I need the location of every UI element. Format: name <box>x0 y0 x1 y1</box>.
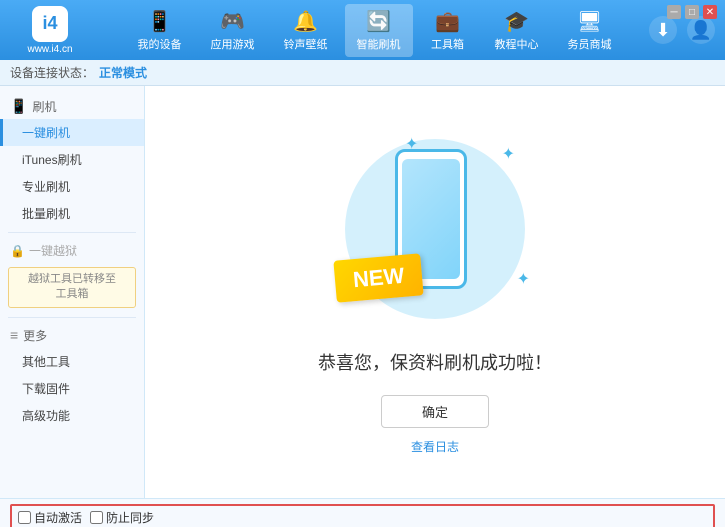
sidebar-item-other-tools[interactable]: 其他工具 <box>0 348 144 375</box>
logo-area: i4 www.i4.cn <box>10 6 90 55</box>
time-sync-label: 防止同步 <box>106 509 154 526</box>
download-button[interactable]: ⬇ <box>649 16 677 44</box>
jailbreak-notice: 越狱工具已转移至 工具箱 <box>8 267 136 308</box>
nav-ringtone[interactable]: 🔔 铃声壁纸 <box>272 4 340 57</box>
auto-activate-checkbox[interactable]: 自动激活 <box>18 509 82 526</box>
header: i4 www.i4.cn 📱 我的设备 🎮 应用游戏 🔔 铃声壁纸 🔄 智能刷机… <box>0 0 725 60</box>
sidebar-divider-1 <box>8 232 136 233</box>
nav-my-device-label: 我的设备 <box>138 36 182 52</box>
status-value: 正常模式 <box>99 64 147 81</box>
success-message: 恭喜您，保资料刷机成功啦！ <box>318 349 552 375</box>
header-right: ⬇ 👤 <box>649 16 715 44</box>
app-logo: i4 <box>32 6 68 42</box>
main-content: ✦ ✦ ✦ NEW 恭喜您，保资料刷机成功啦！ 确定 查看日志 <box>145 86 725 498</box>
user-button[interactable]: 👤 <box>687 16 715 44</box>
nav-bar: 📱 我的设备 🎮 应用游戏 🔔 铃声壁纸 🔄 智能刷机 💼 工具箱 🎓 <box>110 4 639 57</box>
logo-subtitle: www.i4.cn <box>27 44 72 55</box>
main-layout: 📱 刷机 一键刷机 iTunes刷机 专业刷机 批量刷机 🔒 一键越狱 <box>0 86 725 498</box>
close-button[interactable]: ✕ <box>703 5 717 19</box>
tutorial-icon: 🎓 <box>504 9 529 34</box>
flash-section-icon: 📱 <box>10 98 27 115</box>
sidebar: 📱 刷机 一键刷机 iTunes刷机 专业刷机 批量刷机 🔒 一键越狱 <box>0 86 145 498</box>
new-ribbon: NEW <box>333 253 424 302</box>
minimize-button[interactable]: ─ <box>667 5 681 19</box>
ringtone-icon: 🔔 <box>293 9 318 34</box>
nav-service[interactable]: 🖥 务员商城 <box>556 4 624 57</box>
nav-service-label: 务员商城 <box>568 36 612 52</box>
new-badge-text: NEW <box>352 263 405 292</box>
nav-app-games-label: 应用游戏 <box>211 36 255 52</box>
window-controls: ─ □ ✕ <box>667 5 717 19</box>
jailbreak-label: 一键越狱 <box>29 242 77 259</box>
success-illustration: ✦ ✦ ✦ NEW <box>325 129 545 329</box>
nav-toolbox[interactable]: 💼 工具箱 <box>418 4 478 57</box>
smart-flash-icon: 🔄 <box>366 9 391 34</box>
status-label: 设备连接状态： <box>10 64 94 81</box>
nav-ringtone-label: 铃声壁纸 <box>284 36 328 52</box>
nav-smart-flash-label: 智能刷机 <box>357 36 401 52</box>
status-bar: 设备连接状态： 正常模式 <box>0 60 725 86</box>
toolbox-icon: 💼 <box>435 9 460 34</box>
service-icon: 🖥 <box>577 9 602 34</box>
nav-tutorial-label: 教程中心 <box>495 36 539 52</box>
maximize-button[interactable]: □ <box>685 5 699 19</box>
sidebar-item-one-key-flash[interactable]: 一键刷机 <box>0 119 144 146</box>
bottom-device-bar: 自动激活 防止同步 📱 iPhone 15 Pro Max 512GB iPho… <box>0 498 725 527</box>
checkbox-highlight-box: 自动激活 防止同步 <box>10 504 715 527</box>
confirm-button[interactable]: 确定 <box>381 395 489 428</box>
auto-activate-label: 自动激活 <box>34 509 82 526</box>
lock-icon: 🔒 <box>10 244 25 258</box>
nav-toolbox-label: 工具箱 <box>431 36 464 52</box>
view-log-link[interactable]: 查看日志 <box>411 438 459 455</box>
sidebar-item-itunes-flash[interactable]: iTunes刷机 <box>0 146 144 173</box>
device-checkbox-row: 自动激活 防止同步 <box>10 504 715 527</box>
sidebar-section-jailbreak: 🔒 一键越狱 <box>0 238 144 263</box>
sidebar-section-more: ≡ 更多 <box>0 323 144 348</box>
more-section-icon: ≡ <box>10 327 18 343</box>
sparkle-3: ✦ <box>517 269 530 289</box>
time-sync-input[interactable] <box>90 511 103 524</box>
sidebar-item-pro-flash[interactable]: 专业刷机 <box>0 173 144 200</box>
auto-activate-input[interactable] <box>18 511 31 524</box>
sparkle-2: ✦ <box>502 144 515 164</box>
nav-tutorial[interactable]: 🎓 教程中心 <box>483 4 551 57</box>
more-section-label: 更多 <box>23 327 47 344</box>
sidebar-section-flash: 📱 刷机 <box>0 94 144 119</box>
nav-my-device[interactable]: 📱 我的设备 <box>126 4 194 57</box>
sidebar-item-advanced[interactable]: 高级功能 <box>0 402 144 429</box>
sidebar-item-batch-flash[interactable]: 批量刷机 <box>0 200 144 227</box>
nav-smart-flash[interactable]: 🔄 智能刷机 <box>345 4 413 57</box>
app-games-icon: 🎮 <box>220 9 245 34</box>
flash-section-label: 刷机 <box>32 98 56 115</box>
sidebar-item-download-firmware[interactable]: 下载固件 <box>0 375 144 402</box>
nav-app-games[interactable]: 🎮 应用游戏 <box>199 4 267 57</box>
sidebar-divider-2 <box>8 317 136 318</box>
bottom-left: 自动激活 防止同步 📱 iPhone 15 Pro Max 512GB iPho… <box>10 504 715 527</box>
my-device-icon: 📱 <box>147 9 172 34</box>
time-sync-checkbox[interactable]: 防止同步 <box>90 509 154 526</box>
